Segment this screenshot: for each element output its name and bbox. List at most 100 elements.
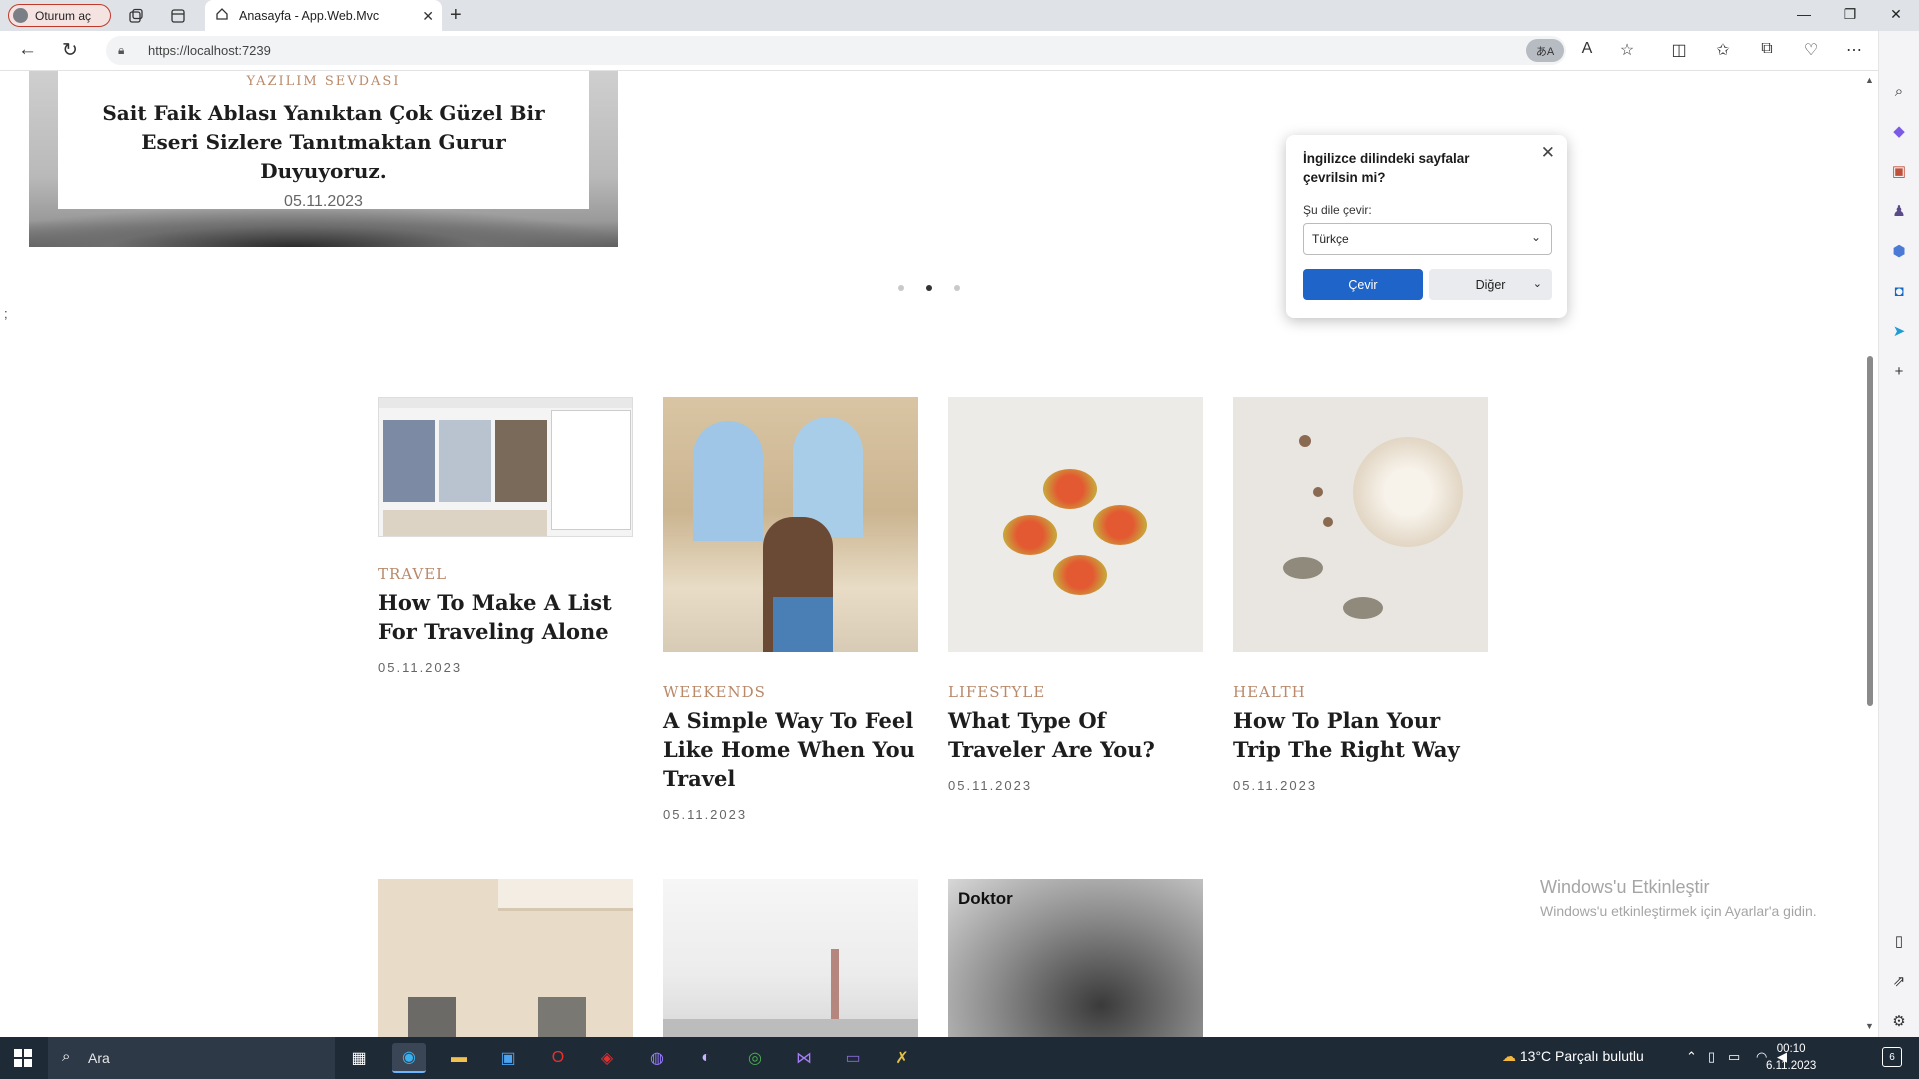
shopping-icon[interactable]: ◆ [1889, 121, 1909, 141]
split-screen-icon[interactable]: ◫ [1668, 40, 1690, 60]
post-category[interactable]: WEEKENDS [663, 683, 918, 701]
more-options-icon[interactable]: ⋯ [1843, 40, 1865, 60]
tab-actions-icon[interactable] [168, 6, 188, 26]
restore-icon[interactable]: ❐ [1840, 6, 1860, 23]
hero-caption-card[interactable]: YAZILIM SEVDASI Sait Faik Ablası Yanıkta… [58, 71, 589, 210]
taskbar-search-placeholder: Ara [88, 1050, 110, 1066]
profile-button[interactable]: Oturum aç [8, 4, 111, 27]
hero-category[interactable]: YAZILIM SEVDASI [58, 74, 589, 89]
translate-question: İngilizce dilindeki sayfalar çevrilsin m… [1303, 151, 1470, 185]
outlook-icon[interactable]: ◘ [1889, 281, 1909, 301]
post-category[interactable]: TRAVEL [378, 565, 633, 583]
back-icon[interactable]: ← [18, 39, 37, 61]
tab-title: Anasayfa - App.Web.Mvc [239, 8, 380, 23]
sticky-app-icon[interactable]: ✗ [885, 1043, 919, 1073]
collections-icon[interactable]: ⧉ [1756, 40, 1778, 58]
post-card[interactable]: Doktor [948, 879, 1203, 1037]
close-popup-icon[interactable]: ✕ [1541, 143, 1555, 163]
lock-icon[interactable]: 🔒︎ [118, 43, 124, 58]
post-category[interactable]: HEALTH [1233, 683, 1488, 701]
edge-sidebar: ⌕ ◆ ▣ ♟ ⬢ ◘ ➤ + ▯ ⇗ ⚙ [1878, 31, 1919, 1037]
hero-title[interactable]: Sait Faik Ablası Yanıktan Çok Güzel Bir … [58, 99, 589, 186]
close-window-icon[interactable]: ✕ [1886, 6, 1906, 23]
tools-icon[interactable]: ▣ [1889, 161, 1909, 181]
tray-chevron-icon[interactable]: ⌃ [1686, 1049, 1697, 1065]
post-title[interactable]: How To Make A List For Traveling Alone [378, 588, 633, 646]
post-title[interactable]: A Simple Way To Feel Like Home When You … [663, 706, 918, 793]
post-card[interactable] [378, 879, 633, 1037]
github-icon[interactable]: ◐ [689, 1043, 723, 1073]
url-text[interactable]: https://localhost:7239 [148, 43, 271, 58]
post-card[interactable]: LIFESTYLE What Type Of Traveler Are You?… [948, 397, 1203, 793]
post-date: 05.11.2023 [948, 778, 1033, 793]
visual-studio-icon[interactable]: ⋈ [787, 1043, 821, 1073]
favorites-icon[interactable]: ✩ [1712, 40, 1734, 60]
more-options-button[interactable]: Diğer ⌄ [1429, 269, 1552, 300]
scrollbar-thumb[interactable] [1867, 356, 1873, 706]
read-aloud-icon[interactable]: A [1576, 40, 1598, 58]
post-thumbnail-building-photo[interactable] [378, 879, 633, 1037]
post-card[interactable]: HEALTH How To Plan Your Trip The Right W… [1233, 397, 1488, 793]
open-external-icon[interactable]: ⇗ [1889, 971, 1909, 991]
terminal-icon[interactable]: ▭ [836, 1043, 870, 1073]
windows-start-icon[interactable] [14, 1049, 32, 1067]
browser-tab-active[interactable]: Anasayfa - App.Web.Mvc ✕ [205, 0, 442, 31]
post-thumbnail-travel-photo[interactable] [663, 397, 918, 652]
chrome-icon[interactable]: ◎ [738, 1043, 772, 1073]
page-scrollbar[interactable]: ▲ ▼ [1862, 71, 1877, 1037]
post-card[interactable]: WEEKENDS A Simple Way To Feel Like Home … [663, 397, 918, 822]
new-tab-button[interactable]: + [450, 4, 462, 27]
clock-date: 6.11.2023 [1766, 1060, 1817, 1072]
discord-icon[interactable]: ◍ [640, 1043, 674, 1073]
drop-icon[interactable]: ➤ [1889, 321, 1909, 341]
scroll-up-icon[interactable]: ▲ [1865, 75, 1874, 85]
workspaces-icon[interactable] [126, 6, 146, 26]
opera-icon[interactable]: O [541, 1043, 575, 1073]
windows-activation-watermark: Windows'u Etkinleştir Windows'u etkinleş… [1540, 877, 1817, 919]
post-thumbnail-bridge-photo[interactable] [663, 879, 918, 1037]
battery-icon[interactable]: ▭ [1728, 1049, 1740, 1065]
browser-essentials-icon[interactable]: ♡ [1800, 40, 1822, 60]
favorite-star-icon[interactable]: ☆ [1616, 40, 1638, 60]
translate-button[interactable]: Çevir [1303, 269, 1423, 300]
carousel-dot-3[interactable] [954, 285, 960, 291]
post-title[interactable]: How To Plan Your Trip The Right Way [1233, 706, 1488, 764]
post-category[interactable]: LIFESTYLE [948, 683, 1203, 701]
carousel-dot-1[interactable] [898, 285, 904, 291]
edge-icon[interactable]: ◉ [392, 1043, 426, 1073]
watermark-title: Windows'u Etkinleştir [1540, 877, 1710, 897]
file-explorer-icon[interactable]: ▬ [442, 1043, 476, 1073]
address-bar[interactable]: 🔒︎ https://localhost:7239 あA [106, 36, 1566, 65]
post-card[interactable]: TRAVEL How To Make A List For Traveling … [378, 397, 633, 675]
task-view-icon[interactable]: ▦ [342, 1043, 376, 1073]
home-icon [215, 7, 229, 24]
address-toolbar: ← ↻ 🔒︎ https://localhost:7239 あA A ☆ ◫ ✩… [0, 31, 1919, 71]
notification-center-icon[interactable]: 6 [1882, 1047, 1902, 1067]
refresh-icon[interactable]: ↻ [62, 39, 78, 62]
post-thumbnail-still-life-photo[interactable] [1233, 397, 1488, 652]
translate-icon[interactable]: あA [1526, 39, 1564, 62]
opera-gx-icon[interactable]: ◈ [590, 1043, 624, 1073]
microsoft365-icon[interactable]: ⬢ [1889, 241, 1909, 261]
taskbar-clock[interactable]: 00:10 6.11.2023 [1766, 1041, 1816, 1075]
store-icon[interactable]: ▣ [491, 1043, 525, 1073]
carousel-dot-2[interactable] [926, 285, 932, 291]
sidebar-layout-icon[interactable]: ▯ [1889, 931, 1909, 951]
post-thumbnail-figs-photo[interactable] [948, 397, 1203, 652]
close-tab-icon[interactable]: ✕ [422, 8, 434, 25]
post-thumbnail-screenshot[interactable] [378, 397, 633, 537]
weather-widget[interactable]: ☁ 13°C Parçalı bulutlu [1502, 1048, 1644, 1065]
taskbar-search[interactable]: ⌕ Ara [48, 1037, 335, 1079]
settings-gear-icon[interactable]: ⚙ [1889, 1011, 1909, 1031]
search-icon[interactable]: ⌕ [1889, 81, 1909, 101]
tray-device-icon[interactable]: ▯ [1708, 1049, 1715, 1065]
minimize-icon[interactable]: — [1794, 6, 1814, 22]
weather-icon: ☁ [1502, 1048, 1516, 1064]
games-icon[interactable]: ♟ [1889, 201, 1909, 221]
post-card[interactable] [663, 879, 918, 1037]
language-select[interactable]: Türkçe ⌄ [1303, 223, 1552, 255]
add-sidebar-app-icon[interactable]: + [1889, 361, 1909, 381]
post-title[interactable]: What Type Of Traveler Are You? [948, 706, 1203, 764]
post-thumbnail-portrait-photo[interactable]: Doktor [948, 879, 1203, 1037]
scroll-down-icon[interactable]: ▼ [1865, 1021, 1874, 1031]
